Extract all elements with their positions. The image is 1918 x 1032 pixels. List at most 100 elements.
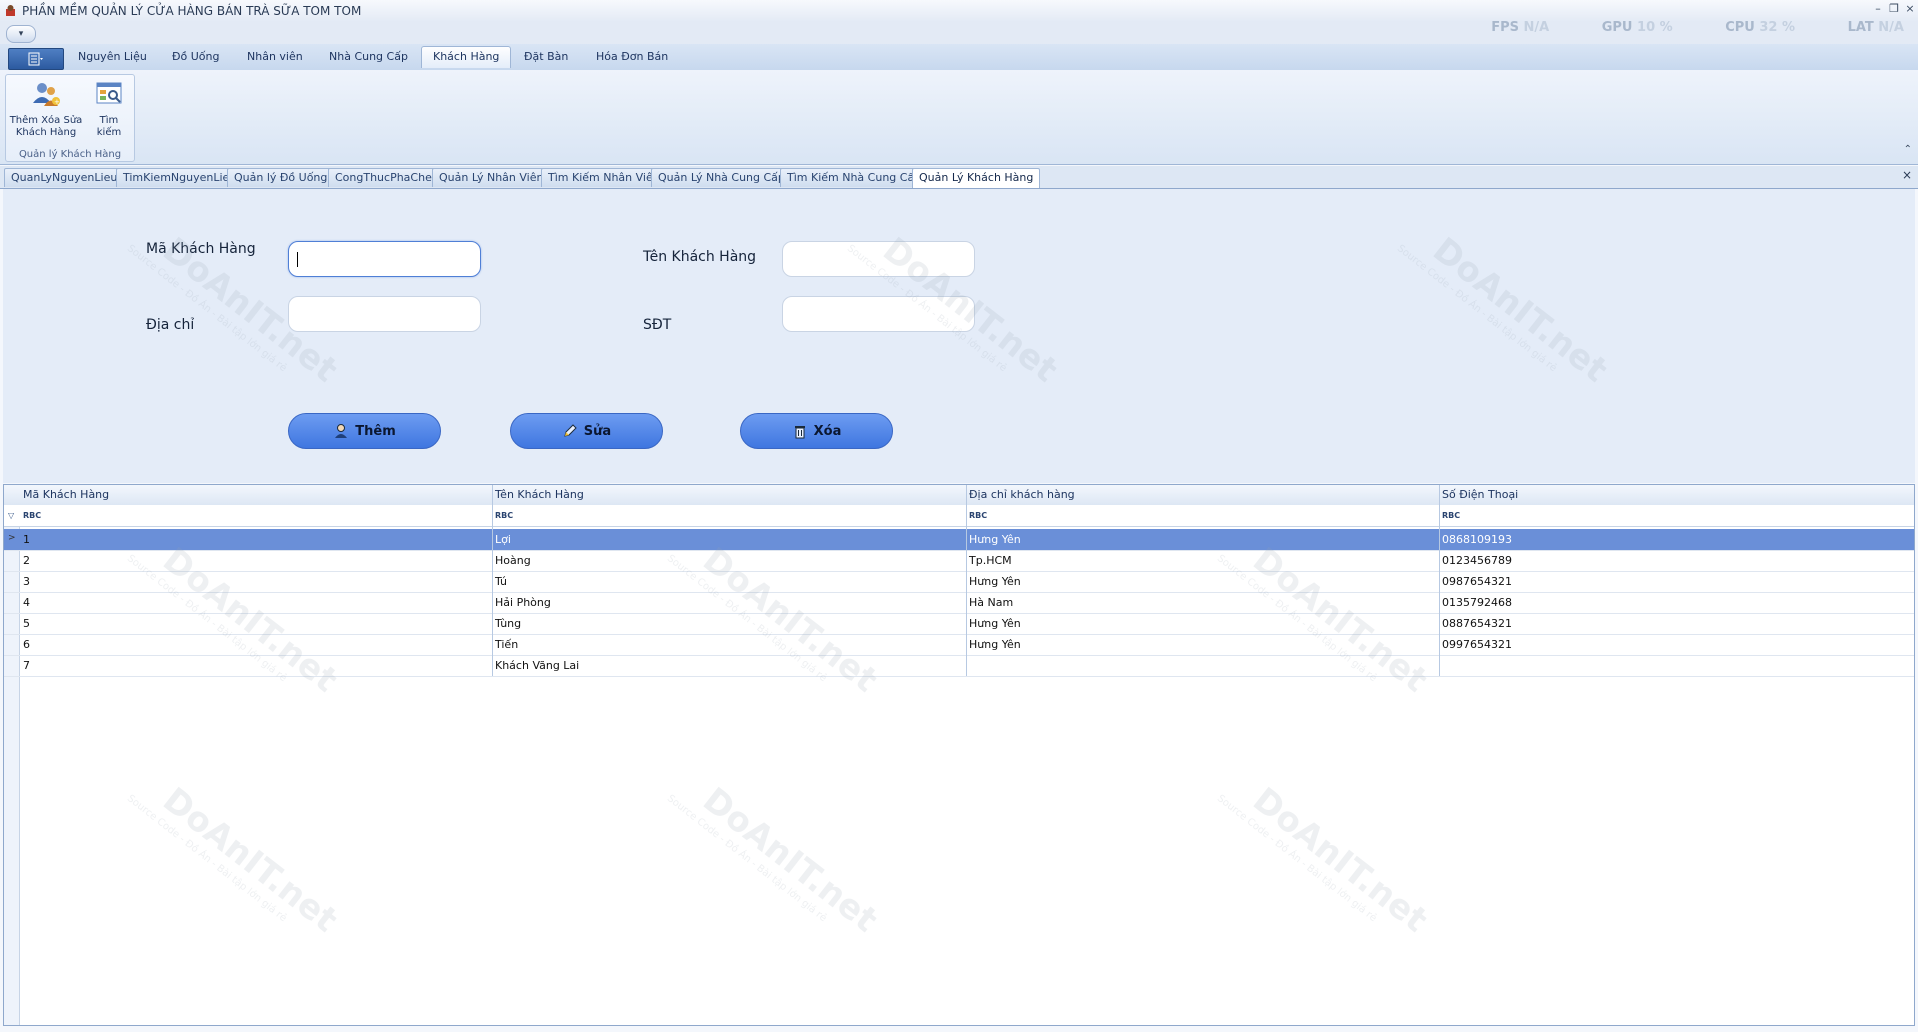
window-title: PHẦN MỀM QUẢN LÝ CỬA HÀNG BÁN TRÀ SỮA TO… xyxy=(22,4,362,18)
table-row[interactable]: 7 Khách Vãng Lai xyxy=(4,655,1914,677)
them-xoa-sua-khach-hang-button[interactable]: + Thêm Xóa Sửa Khách Hàng xyxy=(8,79,84,139)
doc-tab-cong-thuc-pha-che[interactable]: CongThucPhaChe xyxy=(328,168,439,187)
gpu-label: GPU xyxy=(1601,20,1633,35)
doc-tab-quan-ly-nhan-vien[interactable]: Quản Lý Nhân Viên xyxy=(432,168,551,187)
quick-access-dropdown[interactable]: ▾ xyxy=(6,25,36,43)
lat-label: LAT xyxy=(1847,20,1874,35)
ribbon-group-label: Quản lý Khách Hàng xyxy=(18,149,122,160)
cell-dia-chi[interactable]: Hưng Yên xyxy=(969,575,1021,588)
cell-so-dien-thoai[interactable]: 0135792468 xyxy=(1442,596,1512,609)
collapse-ribbon-icon[interactable]: ⌃ xyxy=(1904,144,1912,155)
table-row[interactable]: 3 Tú Hưng Yên 0987654321 xyxy=(4,571,1914,593)
app-icon xyxy=(6,5,15,16)
auto-filter-row[interactable]: ▽ RBC RBC RBC RBC xyxy=(4,505,1914,527)
maximize-button[interactable]: ❐ xyxy=(1886,2,1902,15)
cell-ten-khach-hang[interactable]: Hoàng xyxy=(495,554,531,567)
cell-ten-khach-hang[interactable]: Tiến xyxy=(495,638,518,651)
cell-so-dien-thoai[interactable]: 0997654321 xyxy=(1442,638,1512,651)
cell-ma-khach-hang[interactable]: 5 xyxy=(23,617,30,630)
text-caret xyxy=(297,252,298,267)
doc-tab-tim-kiem-nguyen-lieu[interactable]: TimKiemNguyenLieu xyxy=(116,168,244,187)
ribbon-tab-khach-hang[interactable]: Khách Hàng xyxy=(421,46,512,68)
doc-tab-quan-ly-nha-cung-cap[interactable]: Quản Lý Nhà Cung Cấp xyxy=(651,168,792,187)
cell-dia-chi[interactable]: Hưng Yên xyxy=(969,638,1021,651)
customer-grid: Mã Khách Hàng Tên Khách Hàng Địa chỉ khá… xyxy=(3,484,1915,1026)
fps-value: N/A xyxy=(1523,20,1550,35)
cell-ten-khach-hang[interactable]: Hải Phòng xyxy=(495,596,551,609)
trash-icon xyxy=(794,426,805,439)
dia-chi-input[interactable] xyxy=(288,296,481,332)
column-header-dia-chi[interactable]: Địa chỉ khách hàng xyxy=(969,488,1075,501)
filter-text-icon[interactable]: RBC xyxy=(23,511,41,520)
column-header-so-dien-thoai[interactable]: Số Điện Thoại xyxy=(1442,488,1518,501)
doc-tab-quan-ly-nguyen-lieu[interactable]: QuanLyNguyenLieu xyxy=(4,168,125,187)
column-header-ten-khach-hang[interactable]: Tên Khách Hàng xyxy=(495,488,584,501)
cell-so-dien-thoai[interactable]: 0868109193 xyxy=(1442,533,1512,546)
cell-ma-khach-hang[interactable]: 2 xyxy=(23,554,30,567)
filter-text-icon[interactable]: RBC xyxy=(495,511,513,520)
ribbon-tab-nha-cung-cap[interactable]: Nhà Cung Cấp xyxy=(329,50,408,63)
ribbon-tab-do-uong[interactable]: Đồ Uống xyxy=(172,50,220,63)
cell-dia-chi[interactable]: Hà Nam xyxy=(969,596,1013,609)
doc-tab-quan-ly-khach-hang[interactable]: Quản Lý Khách Hàng xyxy=(912,168,1041,188)
perf-stats: FPS N/A GPU 10 % CPU 32 % LAT N/A xyxy=(1443,20,1904,35)
cell-dia-chi[interactable]: Tp.HCM xyxy=(969,554,1012,567)
cell-so-dien-thoai[interactable]: 0887654321 xyxy=(1442,617,1512,630)
ribbon-group-quan-ly-khach-hang: + Thêm Xóa Sửa Khách Hàng Tìm kiếm Quản … xyxy=(5,74,135,162)
ribbon-tab-bar: Nguyên Liệu Đồ Uống Nhân viên Nhà Cung C… xyxy=(0,44,1918,71)
table-row[interactable]: 4 Hải Phòng Hà Nam 0135792468 xyxy=(4,592,1914,614)
minimize-button[interactable]: – xyxy=(1870,2,1886,15)
tim-kiem-label: Tìm kiếm xyxy=(96,115,122,138)
ten-khach-hang-input[interactable] xyxy=(782,241,975,277)
ribbon-tab-nguyen-lieu[interactable]: Nguyên Liệu xyxy=(78,50,147,63)
cell-dia-chi[interactable]: Hưng Yên xyxy=(969,617,1021,630)
them-button[interactable]: Thêm xyxy=(288,413,441,449)
cell-ma-khach-hang[interactable]: 6 xyxy=(23,638,30,651)
table-row[interactable]: 6 Tiến Hưng Yên 0997654321 xyxy=(4,634,1914,656)
cell-ma-khach-hang[interactable]: 7 xyxy=(23,659,30,672)
close-document-icon[interactable]: × xyxy=(1902,168,1912,182)
app-menu-button[interactable] xyxy=(8,48,64,70)
table-row[interactable]: 5 Tùng Hưng Yên 0887654321 xyxy=(4,613,1914,635)
cell-so-dien-thoai[interactable]: 0987654321 xyxy=(1442,575,1512,588)
table-row[interactable]: 2 Hoàng Tp.HCM 0123456789 xyxy=(4,550,1914,572)
doc-tab-tim-kiem-nhan-vien[interactable]: Tìm Kiếm Nhân Viên xyxy=(541,168,667,187)
current-row-arrow-icon: > xyxy=(8,533,16,543)
cell-dia-chi[interactable]: Hưng Yên xyxy=(969,533,1021,546)
cell-ma-khach-hang[interactable]: 1 xyxy=(23,533,30,546)
sua-button[interactable]: Sửa xyxy=(510,413,663,449)
ribbon-tab-hoa-don-ban[interactable]: Hóa Đơn Bán xyxy=(596,50,668,63)
cell-ten-khach-hang[interactable]: Lợi xyxy=(495,533,511,546)
cell-ma-khach-hang[interactable]: 3 xyxy=(23,575,30,588)
column-header-ma-khach-hang[interactable]: Mã Khách Hàng xyxy=(23,488,109,501)
cell-ten-khach-hang[interactable]: Khách Vãng Lai xyxy=(495,659,579,672)
column-divider xyxy=(1439,485,1440,676)
cell-ma-khach-hang[interactable]: 4 xyxy=(23,596,30,609)
sdt-input[interactable] xyxy=(782,296,975,332)
ribbon-tab-nhan-vien[interactable]: Nhân viên xyxy=(247,50,303,63)
edit-pencil-icon xyxy=(564,424,577,437)
sdt-label: SĐT xyxy=(643,317,672,333)
cpu-value: 32 % xyxy=(1759,20,1796,35)
table-row[interactable]: > 1 Lợi Hưng Yên 0868109193 xyxy=(4,529,1914,551)
grid-header: Mã Khách Hàng Tên Khách Hàng Địa chỉ khá… xyxy=(4,485,1914,506)
cell-ten-khach-hang[interactable]: Tùng xyxy=(495,617,521,630)
close-window-button[interactable]: × xyxy=(1902,2,1918,15)
filter-text-icon[interactable]: RBC xyxy=(1442,511,1460,520)
cell-so-dien-thoai[interactable]: 0123456789 xyxy=(1442,554,1512,567)
ribbon-tab-dat-ban[interactable]: Đặt Bàn xyxy=(524,50,568,63)
doc-tab-quan-ly-do-uong[interactable]: Quản lý Đồ Uống xyxy=(227,168,335,187)
title-bar: PHẦN MỀM QUẢN LÝ CỬA HÀNG BÁN TRÀ SỮA TO… xyxy=(0,0,1918,22)
filter-text-icon[interactable]: RBC xyxy=(969,511,987,520)
tim-kiem-button[interactable]: Tìm kiếm xyxy=(86,79,132,139)
them-xoa-sua-khach-hang-label: Thêm Xóa Sửa Khách Hàng xyxy=(9,115,83,138)
ma-khach-hang-input[interactable] xyxy=(288,241,481,277)
search-window-icon xyxy=(96,82,122,104)
xoa-button[interactable]: Xóa xyxy=(740,413,893,449)
ma-khach-hang-label: Mã Khách Hàng xyxy=(146,241,256,257)
dia-chi-label: Địa chỉ xyxy=(146,317,195,333)
cell-ten-khach-hang[interactable]: Tú xyxy=(495,575,507,588)
doc-tab-tim-kiem-nha-cung-cap[interactable]: Tìm Kiếm Nhà Cung Cấp xyxy=(780,168,929,187)
gpu-value: 10 % xyxy=(1637,20,1673,35)
them-label: Thêm xyxy=(355,423,396,439)
